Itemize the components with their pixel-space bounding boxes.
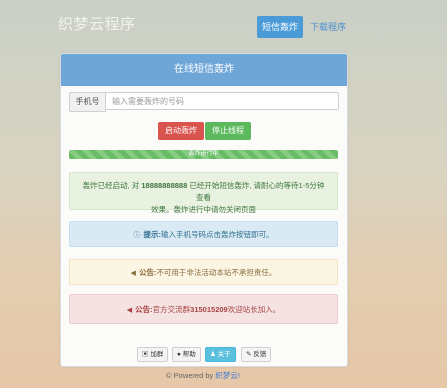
bullhorn-icon: ◀ <box>130 270 136 277</box>
chat-icon: ▣ <box>142 351 149 358</box>
bullhorn-icon: ◀ <box>126 307 133 314</box>
status-line-1: 轰炸已经启动, 对 18888888888 已经开始短信轰炸, 请耐心的等待1-… <box>80 180 327 204</box>
tip-text: 输入手机号码点击轰炸按钮即可。 <box>161 230 274 239</box>
status-suffix: 已经开始短信轰炸, 请耐心的等待1-5分钟查看 <box>189 181 325 202</box>
group-number[interactable]: 315015209 <box>190 305 228 314</box>
panel-title: 在线短信轰炸 <box>61 54 347 86</box>
notice-prefix: 公告: <box>138 268 157 277</box>
phone-input[interactable] <box>106 92 339 110</box>
nav-sms-bomb[interactable]: 短信轰炸 <box>257 16 303 38</box>
stop-button[interactable]: 停止线程 <box>205 122 251 140</box>
help-icon: ● <box>177 351 181 358</box>
help-label: 帮助 <box>182 351 196 358</box>
join-group-button[interactable]: ▣ 加群 <box>137 347 169 362</box>
status-line-2: 效果。轰炸进行中请勿关闭页面 <box>151 205 256 214</box>
user-icon: ♟ <box>210 351 216 358</box>
tip-prefix: 提示: <box>143 230 162 239</box>
group-alert: ◀ 公告:官方交流群315015209欢迎站长加入。 <box>69 294 338 324</box>
footer-link[interactable]: 织梦云! <box>215 371 240 380</box>
group-text-after: 欢迎站长加入。 <box>227 305 281 314</box>
progress-label: 轰炸进行中 <box>188 151 219 157</box>
start-button[interactable]: 启动轰炸 <box>158 122 204 140</box>
status-alert: 轰炸已经启动, 对 18888888888 已经开始短信轰炸, 请耐心的等待1-… <box>69 172 338 214</box>
status-prefix: 轰炸已经启动, 对 <box>82 181 140 190</box>
notice-text: 不可用于非法活动本站不承担责任。 <box>156 268 277 277</box>
footer-links: ▣ 加群 ● 帮助 ♟ 关于 ✎ 反馈 <box>137 347 272 362</box>
phone-input-group: 手机号 <box>69 92 339 112</box>
info-icon: ⓘ <box>133 232 141 239</box>
feedback-button[interactable]: ✎ 反馈 <box>241 347 272 362</box>
footer-prefix: © Powered by <box>166 371 214 380</box>
progress-bar: 轰炸进行中 <box>69 150 338 159</box>
footer: © Powered by 织梦云! <box>60 370 346 381</box>
status-number: 18888888888 <box>141 181 188 190</box>
main-panel: 在线短信轰炸 手机号 启动轰炸 停止线程 轰炸进行中 轰炸已经启动, 对 188… <box>60 53 348 367</box>
notice-alert: ◀ 公告:不可用于非法活动本站不承担责任。 <box>69 259 338 285</box>
nav-download[interactable]: 下载程序 <box>310 16 346 38</box>
help-button[interactable]: ● 帮助 <box>172 347 201 362</box>
site-brand[interactable]: 织梦云程序 <box>58 13 136 34</box>
join-label: 加群 <box>150 351 164 358</box>
tip-alert: ⓘ 提示:输入手机号码点击轰炸按钮即可。 <box>69 221 338 247</box>
pencil-icon: ✎ <box>246 351 252 358</box>
about-button[interactable]: ♟ 关于 <box>205 347 236 362</box>
top-bar: 织梦云程序 短信轰炸 下载程序 <box>0 0 447 40</box>
group-text-before: 官方交流群 <box>152 305 191 314</box>
phone-label: 手机号 <box>69 92 106 112</box>
group-prefix: 公告: <box>135 305 153 314</box>
feedback-label: 反馈 <box>253 351 267 358</box>
about-label: 关于 <box>217 351 231 358</box>
